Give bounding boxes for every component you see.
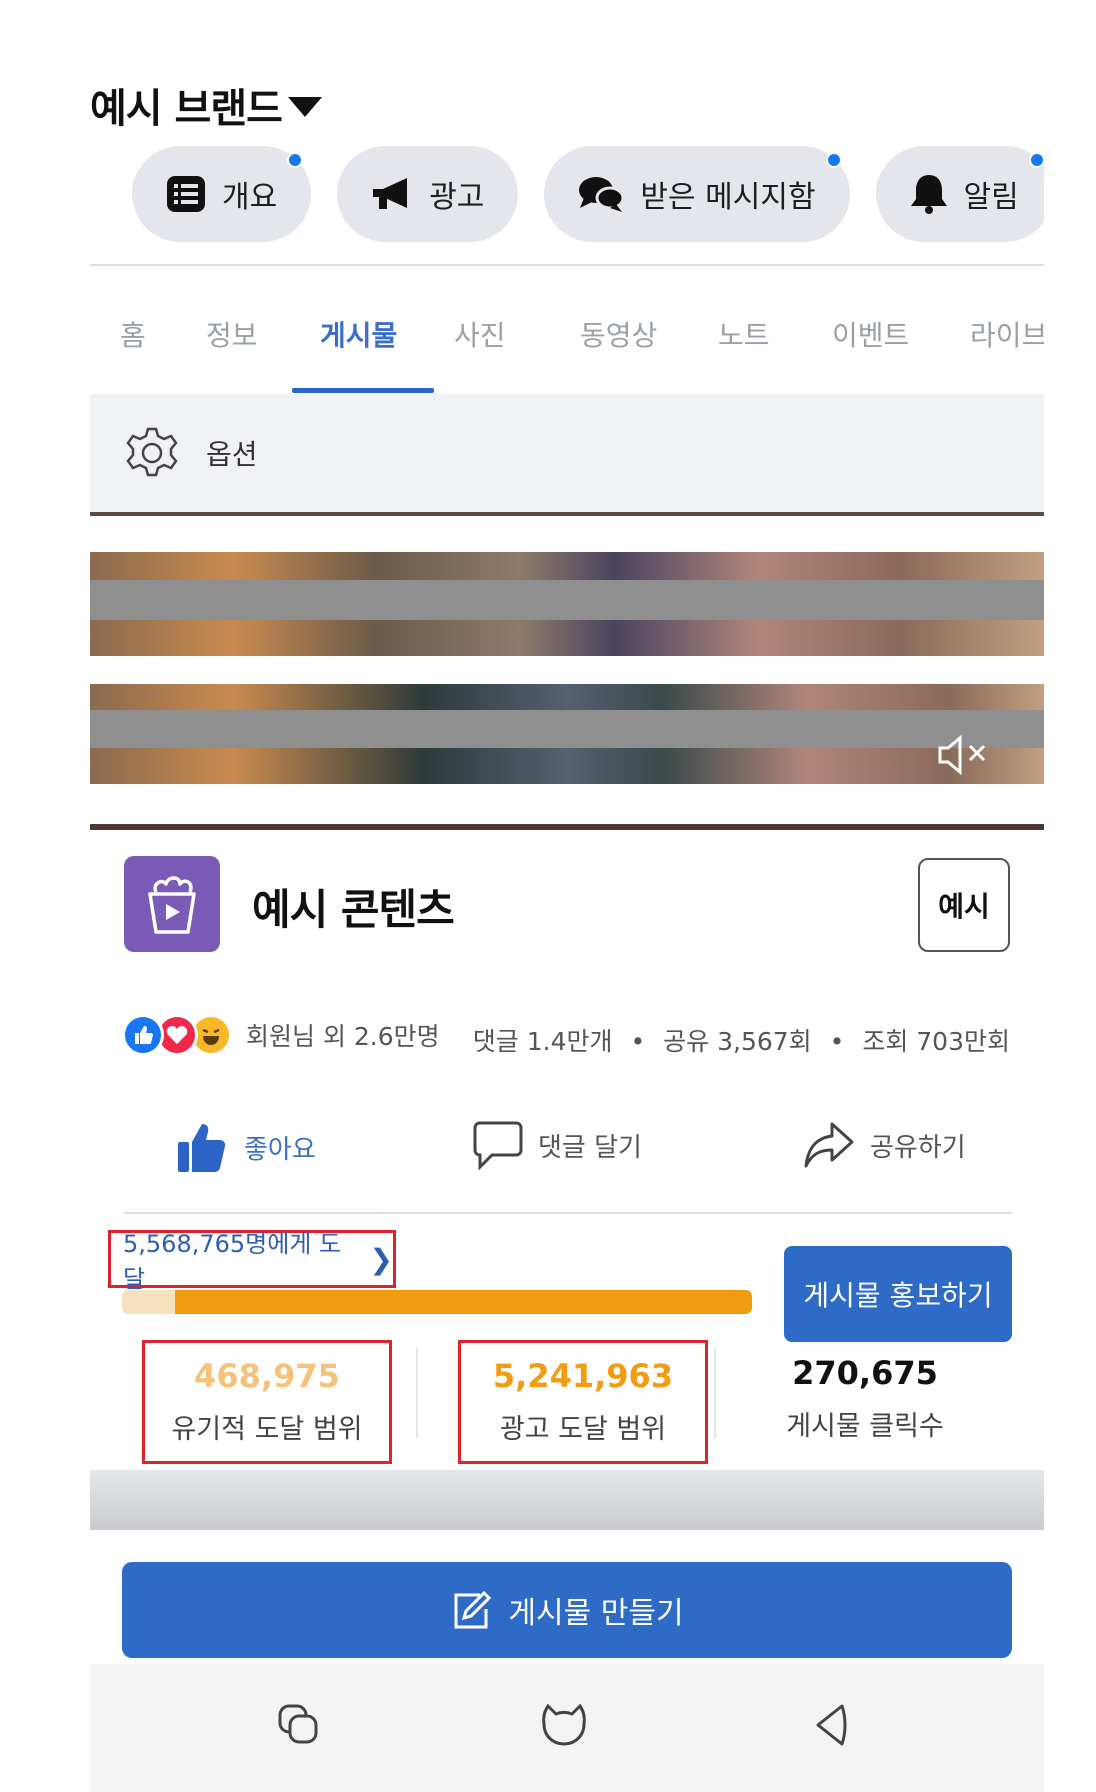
options-label: 옵션	[206, 438, 258, 471]
chip-notifications[interactable]: 알림	[875, 146, 1044, 242]
post-header: 예시 콘텐츠 예시	[124, 856, 1010, 952]
comment-label: 댓글 달기	[538, 1132, 642, 1163]
chip-inbox[interactable]: 받은 메시지함	[544, 146, 850, 242]
app-icon[interactable]	[124, 856, 220, 952]
chip-overview[interactable]: 개요	[132, 146, 312, 242]
redaction-bar	[90, 710, 1044, 748]
dropdown-caret-icon[interactable]	[287, 97, 322, 117]
share-icon	[804, 1122, 854, 1168]
tab-home[interactable]: 홈	[120, 314, 146, 354]
metric-label: 유기적 도달 범위	[171, 1414, 363, 1445]
post-title[interactable]: 예시 콘텐츠	[252, 876, 455, 937]
metric-value: 468,975	[194, 1357, 340, 1395]
tab-live[interactable]: 라이브	[970, 314, 1044, 354]
create-post-button[interactable]: 게시물 만들기	[122, 1562, 1012, 1658]
like-label: 좋아요	[244, 1134, 316, 1165]
tab-about[interactable]: 정보	[206, 314, 258, 354]
organic-reach-metric: 468,975 유기적 도달 범위	[142, 1340, 392, 1464]
metric-value: 270,675	[792, 1354, 938, 1392]
tab-notes[interactable]: 노트	[718, 314, 770, 354]
comment-count: 댓글 1.4만개	[472, 1027, 613, 1056]
divider	[90, 264, 1044, 266]
brand-title[interactable]: 예시 브랜드	[90, 76, 322, 134]
metric-label: 게시물 클릭수	[786, 1411, 944, 1442]
example-button[interactable]: 예시	[918, 858, 1010, 952]
bell-icon	[910, 175, 947, 214]
stats-separator: •	[829, 1027, 845, 1056]
notification-dot	[287, 152, 304, 168]
popcorn-play-icon	[148, 876, 196, 934]
chip-label: 알림	[963, 180, 1019, 215]
divider	[124, 1212, 1012, 1214]
post-actions: 좋아요 댓글 달기 공유하기	[124, 1120, 1012, 1190]
metric-label: 광고 도달 범위	[499, 1414, 667, 1445]
like-reaction-icon	[122, 1014, 164, 1056]
post-clicks-metric: 270,675 게시물 클릭수	[740, 1340, 990, 1464]
recent-apps-icon[interactable]	[276, 1702, 320, 1746]
share-count: 공유 3,567회	[663, 1027, 812, 1056]
tab-videos[interactable]: 동영상	[580, 314, 657, 354]
reactions-summary[interactable]: 회원님 외 2.6만명	[122, 1014, 440, 1056]
like-button[interactable]: 좋아요	[176, 1120, 316, 1174]
back-icon[interactable]	[812, 1702, 852, 1748]
share-button[interactable]: 공유하기	[802, 1120, 966, 1170]
comment-icon	[473, 1121, 523, 1170]
view-count: 조회 703만회	[862, 1027, 1010, 1056]
section-separator	[90, 1470, 1044, 1530]
active-tab-indicator	[292, 388, 434, 393]
mute-icon[interactable]	[936, 734, 992, 776]
tab-photos[interactable]: 사진	[454, 314, 506, 354]
gear-icon	[126, 427, 178, 477]
metric-divider	[714, 1348, 716, 1438]
paid-reach-metric: 5,241,963 광고 도달 범위	[458, 1340, 708, 1464]
system-nav-bar	[90, 1664, 1044, 1792]
metric-divider	[416, 1348, 418, 1438]
video-strip	[90, 512, 1044, 516]
create-post-label: 게시물 만들기	[508, 1596, 684, 1631]
chip-label: 받은 메시지함	[640, 180, 816, 215]
post-video[interactable]	[90, 512, 1044, 830]
redaction-bar	[90, 580, 1044, 620]
reach-link[interactable]: 5,568,765명에게 도달 ❯	[108, 1230, 396, 1293]
promote-post-button[interactable]: 게시물 홍보하기	[784, 1246, 1012, 1342]
stats-separator: •	[630, 1027, 646, 1056]
share-label: 공유하기	[870, 1132, 966, 1163]
notification-dot	[825, 152, 842, 168]
thumbs-up-icon	[178, 1124, 226, 1172]
list-icon	[167, 176, 205, 212]
chevron-right-icon: ❯	[369, 1242, 393, 1276]
chip-label: 광고	[429, 180, 485, 215]
shortcut-chips: 개요 광고 받은 메시지함 알림	[132, 146, 1044, 244]
reach-progress-bar	[122, 1290, 752, 1314]
video-strip	[90, 824, 1044, 830]
edit-icon	[454, 1590, 492, 1629]
engagement-stats[interactable]: 댓글 1.4만개 • 공유 3,567회 • 조회 703만회	[473, 1022, 1010, 1058]
tab-events[interactable]: 이벤트	[832, 314, 909, 354]
chip-label: 개요	[222, 180, 278, 215]
home-icon[interactable]	[540, 1702, 588, 1748]
tab-posts[interactable]: 게시물	[320, 314, 397, 354]
metric-value: 5,241,963	[492, 1357, 674, 1395]
options-bar[interactable]: 옵션	[90, 394, 1044, 512]
chip-ads[interactable]: 광고	[337, 146, 519, 242]
chat-bubbles-icon	[579, 177, 625, 212]
comment-button[interactable]: 댓글 달기	[472, 1120, 642, 1170]
page-tabs: 홈 정보 게시물 사진 동영상 노트 이벤트 라이브	[90, 304, 1044, 394]
reactions-text: 회원님 외 2.6만명	[246, 1022, 440, 1051]
brand-name: 예시 브랜드	[90, 86, 283, 132]
notification-dot	[1028, 152, 1044, 168]
paid-reach-fill	[174, 1290, 752, 1314]
reach-link-text: 5,568,765명에게 도달	[123, 1230, 342, 1293]
megaphone-icon	[373, 178, 408, 209]
